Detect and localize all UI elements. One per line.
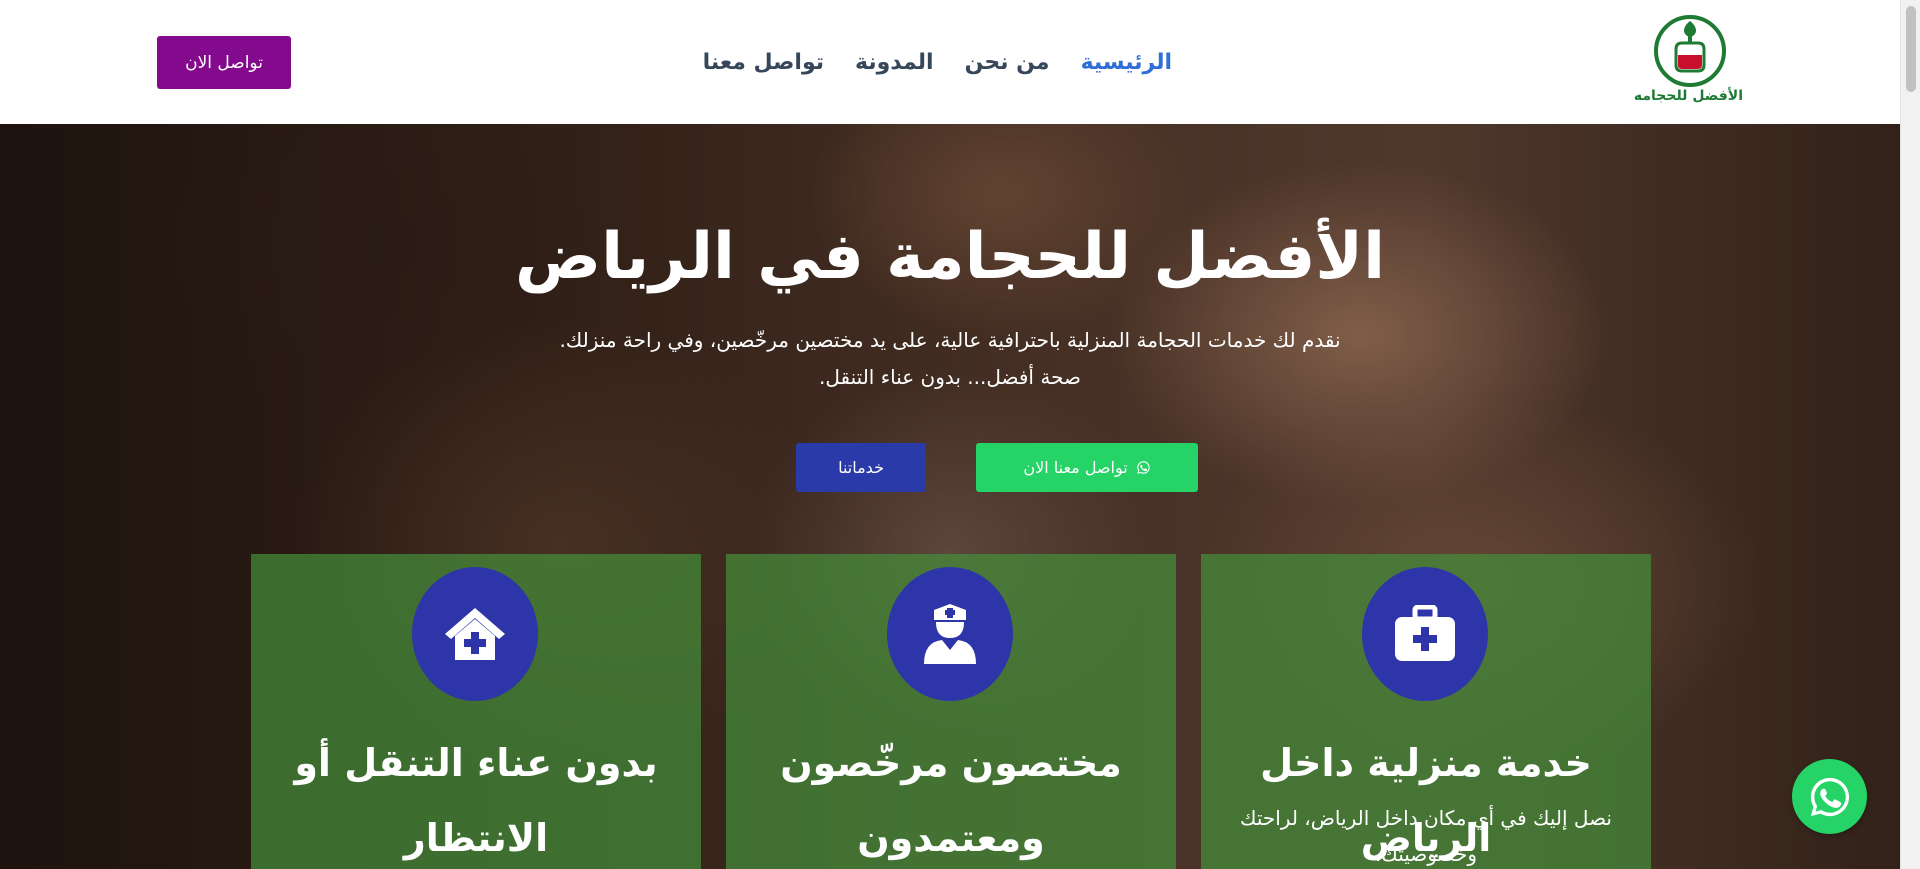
feature-icon-circle	[412, 567, 538, 701]
feature-title: بدون عناء التنقل أو الانتظار	[294, 741, 658, 860]
cupping-logo-icon	[1654, 15, 1726, 87]
contact-now-button[interactable]: تواصل الان	[157, 36, 291, 89]
hero-description-line-1: نقدم لك خدمات الحجامة المنزلية باحترافية…	[559, 328, 1341, 352]
feature-card-licensed-specialists: مختصون مرخّصون ومعتمدون	[726, 554, 1176, 869]
whatsapp-icon	[1136, 461, 1150, 474]
page-scrollbar[interactable]	[1900, 0, 1920, 869]
nav-item-about[interactable]: من نحن	[965, 50, 1050, 75]
logo-text: الأفضل للحجامه	[1633, 88, 1743, 104]
feature-title: مختصون مرخّصون ومعتمدون	[780, 741, 1122, 860]
whatsapp-icon	[1810, 777, 1849, 816]
hero-title: الأفضل للحجامة في الرياض	[515, 220, 1385, 294]
first-aid-kit-icon	[1395, 605, 1455, 661]
scrollbar-thumb[interactable]	[1906, 6, 1916, 92]
whatsapp-contact-label: تواصل معنا الان	[1023, 458, 1128, 477]
nav-item-blog[interactable]: المدونة	[855, 50, 934, 75]
main-nav: الرئيسية من نحن المدونة تواصل معنا	[703, 44, 1172, 80]
nav-item-home[interactable]: الرئيسية	[1081, 50, 1172, 75]
site-header: تواصل الان الرئيسية من نحن المدونة تواصل…	[0, 0, 1900, 124]
site-logo[interactable]: الأفضل للحجامه	[1633, 13, 1743, 113]
whatsapp-float-button[interactable]	[1792, 759, 1867, 834]
nurse-icon	[924, 604, 976, 664]
services-button[interactable]: خدماتنا	[796, 443, 926, 492]
feature-card-no-travel: بدون عناء التنقل أو الانتظار	[251, 554, 701, 869]
home-medical-icon	[445, 608, 505, 660]
feature-icon-circle	[1362, 567, 1488, 701]
feature-card-home-service: خدمة منزلية داخل الرياض نصل إليك في أي م…	[1201, 554, 1651, 869]
hero-section: الأفضل للحجامة في الرياض نقدم لك خدمات ا…	[0, 124, 1900, 869]
nav-item-contact[interactable]: تواصل معنا	[703, 50, 824, 75]
hero-description: نقدم لك خدمات الحجامة المنزلية باحترافية…	[0, 322, 1900, 396]
feature-icon-circle	[887, 567, 1013, 701]
hero-description-line-2: صحة أفضل... بدون عناء التنقل.	[819, 365, 1081, 389]
whatsapp-contact-button[interactable]: تواصل معنا الان	[976, 443, 1198, 492]
feature-description: نصل إليك في أي مكان داخل الرياض، لراحتك …	[1240, 806, 1612, 866]
